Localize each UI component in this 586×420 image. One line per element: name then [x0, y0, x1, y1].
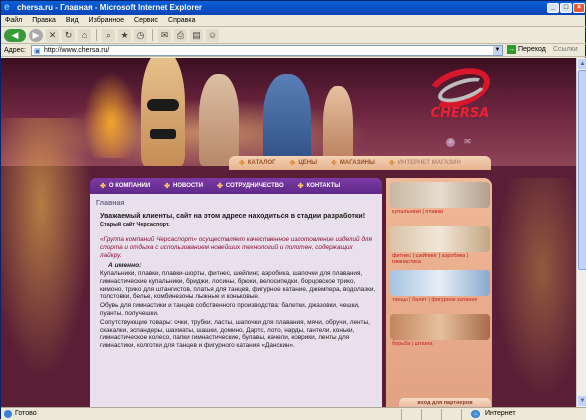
security-zone: Интернет: [485, 410, 516, 417]
favorites-icon[interactable]: ★: [118, 28, 131, 42]
toolbar-separator: [96, 29, 97, 41]
nav-shops[interactable]: ✤ МАГАЗИНЫ: [331, 159, 375, 167]
address-dropdown-icon[interactable]: ▼: [493, 46, 502, 55]
mail-icon[interactable]: ✉: [463, 138, 472, 147]
sidebar-item-fitness[interactable]: фитнес | шейпинг | аэробика | гимнастика: [390, 226, 490, 265]
category-image: [390, 226, 490, 252]
top-nav: ✤ КАТАЛОГ ✤ ЦЕНЫ ✤ МАГАЗИНЫ ✤ ИНТЕРНЕТ МАГАЗ…: [229, 156, 491, 170]
go-button[interactable]: → Переход: [507, 45, 546, 54]
minimize-button[interactable]: _: [547, 3, 559, 13]
category-caption: танцы | балет | фигурное катание: [392, 297, 478, 303]
address-input[interactable]: ▣ http://www.chersa.ru/ ▼: [31, 45, 503, 56]
old-site-link[interactable]: Старый сайт Черсаспорт.: [100, 222, 376, 228]
nav-contacts[interactable]: ✤ КОНТАКТЫ: [298, 182, 341, 190]
decorative-flourish: [1, 118, 101, 407]
forward-button[interactable]: ▶: [29, 28, 43, 42]
address-url: http://www.chersa.ru/: [44, 47, 110, 54]
category-caption: купальники | плавки: [392, 209, 444, 215]
browser-window: e chersa.ru - Главная - Microsoft Intern…: [0, 0, 586, 420]
edit-icon[interactable]: ▤: [190, 28, 203, 42]
welcome-heading: Уважаемый клиенты, сайт на этом адресе н…: [100, 213, 366, 220]
category-image: [390, 314, 490, 340]
menu-view[interactable]: Вид: [66, 15, 79, 26]
content-panel: Главная Уважаемый клиенты, сайт на этом …: [90, 194, 382, 407]
products-paragraph: Купальники, плавки, плавки-шорты, фитнес…: [100, 270, 376, 301]
banner-model: [263, 74, 311, 166]
decorative-flourish: [491, 178, 576, 407]
go-arrow-icon: →: [507, 45, 516, 54]
go-label: Переход: [518, 46, 546, 53]
refresh-icon[interactable]: ↻: [62, 28, 75, 42]
sidebar-item-wrestling[interactable]: борьба | штанга: [390, 314, 490, 347]
home-icon[interactable]: ⌂: [78, 28, 91, 42]
scroll-thumb[interactable]: [578, 70, 586, 270]
nav-online-shop[interactable]: ✤ ИНТЕРНЕТ МАГАЗИН: [389, 159, 461, 167]
toolbar: ◀ ▶ ✕ ↻ ⌂ ⌕ ★ ◷ ✉ ⎙ ▤ ☺: [1, 27, 586, 44]
address-label: Адрес:: [4, 46, 26, 54]
home-icon[interactable]: ⌂: [446, 138, 455, 147]
shoes-paragraph: Обувь для гимнастики и танцев собственно…: [100, 302, 360, 317]
banner-model: [323, 86, 353, 166]
links-button[interactable]: Ссылки: [553, 46, 578, 53]
nav-about[interactable]: ✤ О КОМПАНИИ: [100, 182, 150, 190]
toolbar-separator: [152, 29, 153, 41]
logo-text: CHERSA: [430, 106, 490, 121]
history-icon[interactable]: ◷: [134, 28, 147, 42]
messenger-icon[interactable]: ☺: [206, 28, 219, 42]
maximize-button[interactable]: □: [560, 3, 572, 13]
menu-help[interactable]: Справка: [168, 15, 195, 26]
scroll-down-icon[interactable]: ▼: [578, 396, 586, 406]
company-quote: «Группа компаний Черсаспорт» осуществляе…: [100, 236, 372, 259]
sidebar-item-dance[interactable]: танцы | балет | фигурное катание: [390, 270, 490, 303]
search-icon[interactable]: ⌕: [102, 28, 115, 42]
page-icon: ▣: [34, 48, 41, 55]
nav-news[interactable]: ✤ НОВОСТИ: [164, 182, 203, 190]
category-caption: борьба | штанга: [392, 341, 433, 347]
close-button[interactable]: ×: [573, 3, 585, 13]
mail-icon[interactable]: ✉: [158, 28, 171, 42]
back-button[interactable]: ◀: [4, 28, 26, 42]
stop-icon[interactable]: ✕: [46, 28, 59, 42]
menu-bar: Файл Правка Вид Избранное Сервис Справка: [1, 15, 586, 27]
banner-model: [141, 58, 185, 166]
window-controls: _ □ ×: [547, 3, 585, 13]
menu-tools[interactable]: Сервис: [134, 15, 158, 26]
window-title: chersa.ru - Главная - Microsoft Internet…: [17, 3, 203, 12]
menu-edit[interactable]: Правка: [32, 15, 56, 26]
header-icons: ⌂ ✉: [446, 138, 472, 147]
category-image: [390, 182, 490, 208]
namely-label: А именно:: [108, 262, 142, 269]
nav-catalog[interactable]: ✤ КАТАЛОГ: [239, 159, 276, 167]
accessories-paragraph: Сопутствующие товары: очки, трубки, ласт…: [100, 318, 370, 350]
category-sidebar: купальники | плавки фитнес | шейпинг | а…: [386, 178, 492, 407]
page-viewport: CHERSA ⌂ ✉ ✤ КАТАЛОГ ✤ ЦЕНЫ ✤ МАГАЗИНЫ ✤ ИНТ…: [1, 58, 576, 407]
status-bar: Готово Интернет: [1, 407, 586, 420]
ie-icon: e: [4, 2, 10, 13]
banner-model: [199, 74, 239, 166]
category-image: [390, 270, 490, 296]
nav-prices[interactable]: ✤ ЦЕНЫ: [290, 159, 317, 167]
vertical-scrollbar[interactable]: ▲ ▼: [576, 58, 586, 407]
menu-favorites[interactable]: Избранное: [89, 15, 124, 26]
scroll-up-icon[interactable]: ▲: [578, 59, 586, 69]
done-icon: [4, 410, 12, 418]
main-nav: ✤ О КОМПАНИИ ✤ НОВОСТИ ✤ СОТРУДНИЧЕСТВО ✤ КО…: [90, 178, 382, 194]
nav-cooperation[interactable]: ✤ СОТРУДНИЧЕСТВО: [217, 182, 284, 190]
menu-file[interactable]: Файл: [5, 15, 22, 26]
page-title: Главная: [96, 200, 125, 207]
category-caption: фитнес | шейпинг | аэробика | гимнастика: [392, 253, 469, 265]
address-bar: Адрес: ▣ http://www.chersa.ru/ ▼ → Перех…: [1, 44, 586, 57]
print-icon[interactable]: ⎙: [174, 28, 187, 42]
chersa-logo[interactable]: CHERSA: [423, 60, 495, 121]
sidebar-item-swimwear[interactable]: купальники | плавки: [390, 182, 490, 215]
partners-login-tab[interactable]: вход для партнеров: [399, 398, 491, 407]
title-bar: e chersa.ru - Главная - Microsoft Intern…: [1, 1, 586, 15]
status-text: Готово: [15, 410, 37, 417]
